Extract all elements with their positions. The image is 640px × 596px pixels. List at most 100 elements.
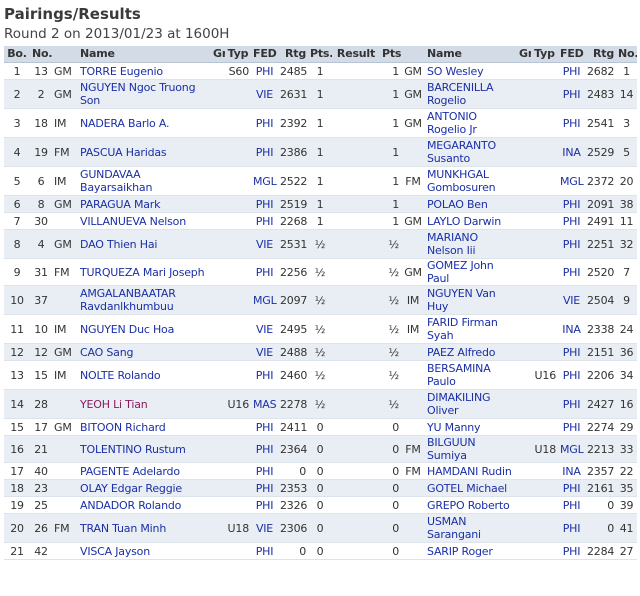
black-group [517, 195, 531, 213]
black-start-number: 36 [616, 343, 637, 361]
white-federation: PHI [251, 108, 278, 138]
black-points: 1 [380, 137, 401, 167]
white-player-name[interactable]: BITOON Richard [78, 418, 211, 436]
black-group [517, 542, 531, 560]
col-header-rating-black[interactable]: Rtg [585, 46, 616, 63]
col-header-result[interactable]: Result [332, 46, 380, 63]
white-federation: MGL [251, 285, 278, 315]
black-player-name[interactable]: YU Manny [425, 418, 517, 436]
white-type [225, 108, 251, 138]
col-header-name-white[interactable]: Name [78, 46, 211, 63]
table-row: 10 37 AMGALANBAATAR Ravdanlkhumbuu MGL 2097 ½… [4, 285, 637, 315]
black-type [531, 513, 558, 543]
black-start-number: 24 [616, 314, 637, 344]
white-player-name[interactable]: ANDADOR Rolando [78, 496, 211, 514]
black-rating: 2213 [585, 435, 616, 463]
white-player-name[interactable]: NADERA Barlo A. [78, 108, 211, 138]
col-header-no-black[interactable]: No. [616, 46, 637, 63]
black-player-name[interactable]: LAYLO Darwin [425, 212, 517, 230]
white-player-name[interactable]: NOLTE Rolando [78, 360, 211, 390]
col-header-points-white[interactable]: Pts. [308, 46, 332, 63]
white-player-name[interactable]: TORRE Eugenio [78, 62, 211, 80]
black-player-name[interactable]: USMAN Sarangani [425, 513, 517, 543]
black-player-name[interactable]: BILGUUN Sumiya [425, 435, 517, 463]
col-header-board[interactable]: Bo. [4, 46, 30, 63]
pairings-page: Pairings/Results Round 2 on 2013/01/23 a… [0, 0, 640, 560]
table-row: 15 17 GM BITOON Richard PHI 2411 0 0 YU Manny PHI… [4, 418, 637, 436]
white-player-name[interactable]: CAO Sang [78, 343, 211, 361]
col-header-group-black[interactable]: Gr [517, 46, 531, 63]
white-federation: VIE [251, 229, 278, 259]
black-player-name[interactable]: POLAO Ben [425, 195, 517, 213]
white-start-number: 2 [30, 79, 52, 109]
col-header-points-black[interactable]: Pts. [380, 46, 401, 63]
black-player-name[interactable]: NGUYEN Van Huy [425, 285, 517, 315]
white-type [225, 418, 251, 436]
white-player-name[interactable]: VISCA Jayson [78, 542, 211, 560]
result [332, 79, 380, 109]
white-player-name[interactable]: TOLENTINO Rustum [78, 435, 211, 463]
board-number: 10 [4, 285, 30, 315]
col-header-no-white[interactable]: No. [30, 46, 52, 63]
white-player-name[interactable]: OLAY Edgar Reggie [78, 479, 211, 497]
board-number: 19 [4, 496, 30, 514]
black-player-name[interactable]: MUNKHGAL Gombosuren [425, 166, 517, 196]
black-player-name[interactable]: FARID Firman Syah [425, 314, 517, 344]
white-title: IM [52, 166, 78, 196]
white-rating: 2306 [278, 513, 308, 543]
white-player-name[interactable]: TRAN Tuan Minh [78, 513, 211, 543]
black-player-name[interactable]: MARIANO Nelson Iii [425, 229, 517, 259]
black-group [517, 513, 531, 543]
col-header-type-black[interactable]: Typ [531, 46, 558, 63]
white-player-name[interactable]: PASCUA Haridas [78, 137, 211, 167]
white-group [211, 418, 225, 436]
table-row: 3 18 IM NADERA Barlo A. PHI 2392 1 1 GM ANTONIO R… [4, 108, 637, 138]
white-player-name[interactable]: GUNDAVAA Bayarsaikhan [78, 166, 211, 196]
black-player-name[interactable]: DIMAKILING Oliver [425, 389, 517, 419]
white-player-name[interactable]: DAO Thien Hai [78, 229, 211, 259]
black-type [531, 79, 558, 109]
black-player-name[interactable]: SO Wesley [425, 62, 517, 80]
white-rating: 2386 [278, 137, 308, 167]
black-points: 0 [380, 542, 401, 560]
black-player-name[interactable]: ANTONIO Rogelio Jr [425, 108, 517, 138]
black-player-name[interactable]: GOMEZ John Paul [425, 258, 517, 286]
col-header-type-white[interactable]: Typ [225, 46, 251, 63]
black-player-name[interactable]: SARIP Roger [425, 542, 517, 560]
white-type [225, 258, 251, 286]
black-player-name[interactable]: HAMDANI Rudin [425, 462, 517, 480]
black-player-name[interactable]: BARCENILLA Rogelio [425, 79, 517, 109]
black-rating: 2541 [585, 108, 616, 138]
white-points: ½ [308, 258, 332, 286]
white-type [225, 79, 251, 109]
col-header-fed-black[interactable]: FED [558, 46, 585, 63]
result [332, 479, 380, 497]
black-type: U18 [531, 435, 558, 463]
white-player-name[interactable]: PARAGUA Mark [78, 195, 211, 213]
black-player-name[interactable]: GREPO Roberto [425, 496, 517, 514]
white-type: S60 [225, 62, 251, 80]
white-player-name[interactable]: TURQUEZA Mari Joseph [78, 258, 211, 286]
col-header-rating-white[interactable]: Rtg [278, 46, 308, 63]
col-header-name-black[interactable]: Name [425, 46, 517, 63]
col-header-group-white[interactable]: Gr [211, 46, 225, 63]
black-player-name[interactable]: BERSAMINA Paulo [425, 360, 517, 390]
black-federation: PHI [558, 108, 585, 138]
col-header-fed-white[interactable]: FED [251, 46, 278, 63]
white-rating: 2485 [278, 62, 308, 80]
white-player-name[interactable]: NGUYEN Ngoc Truong Son [78, 79, 211, 109]
white-player-name[interactable]: VILLANUEVA Nelson [78, 212, 211, 230]
white-start-number: 26 [30, 513, 52, 543]
white-player-name[interactable]: YEOH Li Tian [78, 389, 211, 419]
white-player-name[interactable]: PAGENTE Adelardo [78, 462, 211, 480]
white-player-name[interactable]: AMGALANBAATAR Ravdanlkhumbuu [78, 285, 211, 315]
black-player-name[interactable]: MEGARANTO Susanto [425, 137, 517, 167]
white-group [211, 513, 225, 543]
white-player-name[interactable]: NGUYEN Duc Hoa [78, 314, 211, 344]
black-start-number: 29 [616, 418, 637, 436]
black-player-name[interactable]: GOTEL Michael [425, 479, 517, 497]
board-number: 16 [4, 435, 30, 463]
white-group [211, 62, 225, 80]
black-player-name[interactable]: PAEZ Alfredo [425, 343, 517, 361]
white-title [52, 462, 78, 480]
